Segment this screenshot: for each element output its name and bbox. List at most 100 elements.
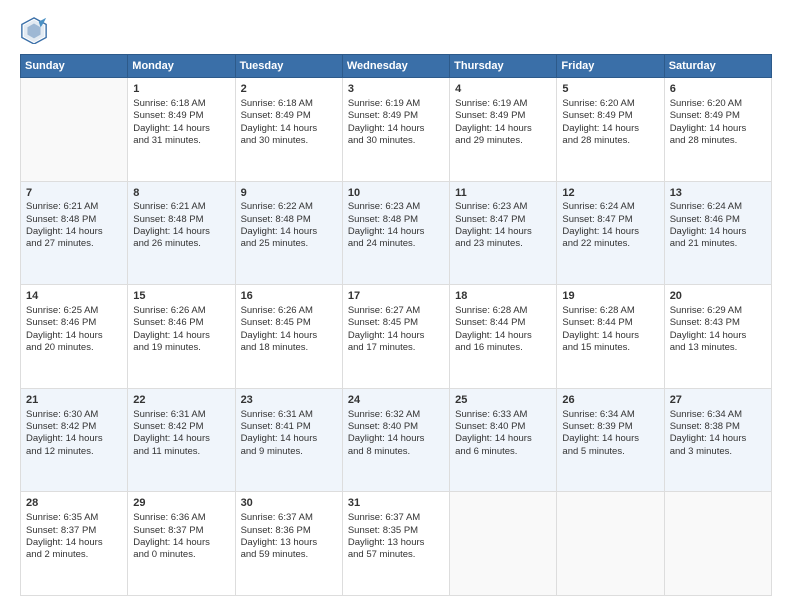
day-info: Sunrise: 6:26 AM Sunset: 8:46 PM Dayligh… bbox=[133, 305, 229, 354]
calendar-table: SundayMondayTuesdayWednesdayThursdayFrid… bbox=[20, 54, 772, 596]
calendar-cell: 15Sunrise: 6:26 AM Sunset: 8:46 PM Dayli… bbox=[128, 285, 235, 389]
day-info: Sunrise: 6:34 AM Sunset: 8:38 PM Dayligh… bbox=[670, 409, 766, 458]
day-number: 16 bbox=[241, 289, 337, 304]
day-number: 5 bbox=[562, 82, 658, 97]
day-info: Sunrise: 6:37 AM Sunset: 8:36 PM Dayligh… bbox=[241, 512, 337, 561]
day-number: 1 bbox=[133, 82, 229, 97]
calendar-cell bbox=[664, 492, 771, 596]
day-number: 23 bbox=[241, 393, 337, 408]
day-number: 10 bbox=[348, 186, 444, 201]
logo bbox=[20, 16, 52, 44]
calendar-cell: 10Sunrise: 6:23 AM Sunset: 8:48 PM Dayli… bbox=[342, 181, 449, 285]
day-number: 17 bbox=[348, 289, 444, 304]
day-number: 18 bbox=[455, 289, 551, 304]
day-number: 4 bbox=[455, 82, 551, 97]
day-info: Sunrise: 6:28 AM Sunset: 8:44 PM Dayligh… bbox=[562, 305, 658, 354]
calendar-header-saturday: Saturday bbox=[664, 55, 771, 78]
calendar-cell: 5Sunrise: 6:20 AM Sunset: 8:49 PM Daylig… bbox=[557, 78, 664, 182]
day-info: Sunrise: 6:20 AM Sunset: 8:49 PM Dayligh… bbox=[562, 98, 658, 147]
day-info: Sunrise: 6:35 AM Sunset: 8:37 PM Dayligh… bbox=[26, 512, 122, 561]
calendar-cell: 20Sunrise: 6:29 AM Sunset: 8:43 PM Dayli… bbox=[664, 285, 771, 389]
day-info: Sunrise: 6:31 AM Sunset: 8:42 PM Dayligh… bbox=[133, 409, 229, 458]
calendar-cell: 23Sunrise: 6:31 AM Sunset: 8:41 PM Dayli… bbox=[235, 388, 342, 492]
day-info: Sunrise: 6:21 AM Sunset: 8:48 PM Dayligh… bbox=[26, 201, 122, 250]
day-info: Sunrise: 6:25 AM Sunset: 8:46 PM Dayligh… bbox=[26, 305, 122, 354]
calendar-cell: 12Sunrise: 6:24 AM Sunset: 8:47 PM Dayli… bbox=[557, 181, 664, 285]
day-number: 28 bbox=[26, 496, 122, 511]
calendar-cell: 7Sunrise: 6:21 AM Sunset: 8:48 PM Daylig… bbox=[21, 181, 128, 285]
day-info: Sunrise: 6:18 AM Sunset: 8:49 PM Dayligh… bbox=[241, 98, 337, 147]
day-info: Sunrise: 6:19 AM Sunset: 8:49 PM Dayligh… bbox=[455, 98, 551, 147]
header bbox=[20, 16, 772, 44]
calendar-cell: 22Sunrise: 6:31 AM Sunset: 8:42 PM Dayli… bbox=[128, 388, 235, 492]
calendar-cell: 19Sunrise: 6:28 AM Sunset: 8:44 PM Dayli… bbox=[557, 285, 664, 389]
calendar-cell: 18Sunrise: 6:28 AM Sunset: 8:44 PM Dayli… bbox=[450, 285, 557, 389]
day-number: 3 bbox=[348, 82, 444, 97]
day-number: 12 bbox=[562, 186, 658, 201]
calendar-week-3: 14Sunrise: 6:25 AM Sunset: 8:46 PM Dayli… bbox=[21, 285, 772, 389]
calendar-cell: 30Sunrise: 6:37 AM Sunset: 8:36 PM Dayli… bbox=[235, 492, 342, 596]
calendar-week-2: 7Sunrise: 6:21 AM Sunset: 8:48 PM Daylig… bbox=[21, 181, 772, 285]
calendar-week-4: 21Sunrise: 6:30 AM Sunset: 8:42 PM Dayli… bbox=[21, 388, 772, 492]
calendar-cell bbox=[557, 492, 664, 596]
day-info: Sunrise: 6:28 AM Sunset: 8:44 PM Dayligh… bbox=[455, 305, 551, 354]
calendar-cell: 8Sunrise: 6:21 AM Sunset: 8:48 PM Daylig… bbox=[128, 181, 235, 285]
day-number: 2 bbox=[241, 82, 337, 97]
day-info: Sunrise: 6:36 AM Sunset: 8:37 PM Dayligh… bbox=[133, 512, 229, 561]
day-info: Sunrise: 6:21 AM Sunset: 8:48 PM Dayligh… bbox=[133, 201, 229, 250]
calendar-header-wednesday: Wednesday bbox=[342, 55, 449, 78]
day-info: Sunrise: 6:24 AM Sunset: 8:47 PM Dayligh… bbox=[562, 201, 658, 250]
day-info: Sunrise: 6:22 AM Sunset: 8:48 PM Dayligh… bbox=[241, 201, 337, 250]
day-number: 29 bbox=[133, 496, 229, 511]
day-info: Sunrise: 6:19 AM Sunset: 8:49 PM Dayligh… bbox=[348, 98, 444, 147]
calendar-cell bbox=[21, 78, 128, 182]
calendar-cell: 4Sunrise: 6:19 AM Sunset: 8:49 PM Daylig… bbox=[450, 78, 557, 182]
day-number: 19 bbox=[562, 289, 658, 304]
calendar-cell bbox=[450, 492, 557, 596]
calendar-cell: 27Sunrise: 6:34 AM Sunset: 8:38 PM Dayli… bbox=[664, 388, 771, 492]
calendar-cell: 31Sunrise: 6:37 AM Sunset: 8:35 PM Dayli… bbox=[342, 492, 449, 596]
day-number: 20 bbox=[670, 289, 766, 304]
day-number: 30 bbox=[241, 496, 337, 511]
day-number: 14 bbox=[26, 289, 122, 304]
day-number: 27 bbox=[670, 393, 766, 408]
day-number: 9 bbox=[241, 186, 337, 201]
calendar-cell: 14Sunrise: 6:25 AM Sunset: 8:46 PM Dayli… bbox=[21, 285, 128, 389]
day-info: Sunrise: 6:31 AM Sunset: 8:41 PM Dayligh… bbox=[241, 409, 337, 458]
day-info: Sunrise: 6:26 AM Sunset: 8:45 PM Dayligh… bbox=[241, 305, 337, 354]
day-number: 13 bbox=[670, 186, 766, 201]
calendar-cell: 13Sunrise: 6:24 AM Sunset: 8:46 PM Dayli… bbox=[664, 181, 771, 285]
day-info: Sunrise: 6:32 AM Sunset: 8:40 PM Dayligh… bbox=[348, 409, 444, 458]
calendar-cell: 28Sunrise: 6:35 AM Sunset: 8:37 PM Dayli… bbox=[21, 492, 128, 596]
day-number: 21 bbox=[26, 393, 122, 408]
calendar-header-sunday: Sunday bbox=[21, 55, 128, 78]
calendar-cell: 26Sunrise: 6:34 AM Sunset: 8:39 PM Dayli… bbox=[557, 388, 664, 492]
calendar-header-thursday: Thursday bbox=[450, 55, 557, 78]
day-number: 24 bbox=[348, 393, 444, 408]
day-info: Sunrise: 6:20 AM Sunset: 8:49 PM Dayligh… bbox=[670, 98, 766, 147]
day-number: 25 bbox=[455, 393, 551, 408]
day-number: 26 bbox=[562, 393, 658, 408]
calendar-cell: 16Sunrise: 6:26 AM Sunset: 8:45 PM Dayli… bbox=[235, 285, 342, 389]
calendar-cell: 17Sunrise: 6:27 AM Sunset: 8:45 PM Dayli… bbox=[342, 285, 449, 389]
day-info: Sunrise: 6:34 AM Sunset: 8:39 PM Dayligh… bbox=[562, 409, 658, 458]
day-number: 7 bbox=[26, 186, 122, 201]
day-number: 31 bbox=[348, 496, 444, 511]
calendar-header-row: SundayMondayTuesdayWednesdayThursdayFrid… bbox=[21, 55, 772, 78]
calendar-header-friday: Friday bbox=[557, 55, 664, 78]
logo-icon bbox=[20, 16, 48, 44]
calendar-cell: 3Sunrise: 6:19 AM Sunset: 8:49 PM Daylig… bbox=[342, 78, 449, 182]
day-info: Sunrise: 6:27 AM Sunset: 8:45 PM Dayligh… bbox=[348, 305, 444, 354]
calendar-cell: 21Sunrise: 6:30 AM Sunset: 8:42 PM Dayli… bbox=[21, 388, 128, 492]
day-info: Sunrise: 6:23 AM Sunset: 8:48 PM Dayligh… bbox=[348, 201, 444, 250]
day-info: Sunrise: 6:23 AM Sunset: 8:47 PM Dayligh… bbox=[455, 201, 551, 250]
calendar-header-tuesday: Tuesday bbox=[235, 55, 342, 78]
day-number: 6 bbox=[670, 82, 766, 97]
day-info: Sunrise: 6:18 AM Sunset: 8:49 PM Dayligh… bbox=[133, 98, 229, 147]
calendar-cell: 25Sunrise: 6:33 AM Sunset: 8:40 PM Dayli… bbox=[450, 388, 557, 492]
day-info: Sunrise: 6:24 AM Sunset: 8:46 PM Dayligh… bbox=[670, 201, 766, 250]
day-info: Sunrise: 6:37 AM Sunset: 8:35 PM Dayligh… bbox=[348, 512, 444, 561]
calendar-week-5: 28Sunrise: 6:35 AM Sunset: 8:37 PM Dayli… bbox=[21, 492, 772, 596]
calendar-cell: 24Sunrise: 6:32 AM Sunset: 8:40 PM Dayli… bbox=[342, 388, 449, 492]
calendar-header-monday: Monday bbox=[128, 55, 235, 78]
